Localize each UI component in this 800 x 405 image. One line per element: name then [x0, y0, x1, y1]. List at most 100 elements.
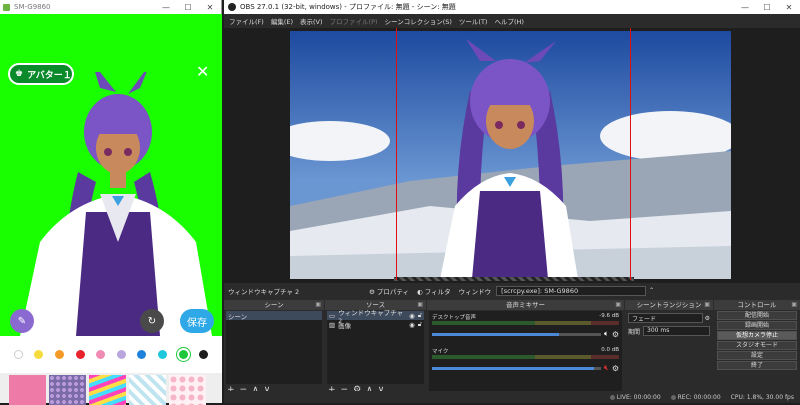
mic-db: 0.0 dB	[601, 347, 619, 353]
window-capture-icon: ▭	[329, 311, 336, 320]
phone-window-titlebar: SM-G9860 — ☐ ✕	[0, 0, 221, 14]
status-bar: LIVE: 00:00:00 REC: 00:00:00 CPU: 1.8%, …	[224, 391, 800, 403]
desktop-audio-label: デスクトップ音声	[432, 315, 477, 321]
mic-slider[interactable]	[432, 366, 601, 370]
scenes-dock: シーン ▣ シーン + − ∧ ∨	[224, 300, 324, 403]
obs-logo-icon	[228, 3, 236, 11]
settings-button[interactable]: 設定	[717, 351, 797, 360]
exit-button[interactable]: 終了	[717, 361, 797, 370]
color-swatch[interactable]	[96, 350, 106, 359]
menu-profile[interactable]: プロファイル(P)	[330, 16, 378, 26]
eye-icon[interactable]: ◉	[409, 312, 415, 320]
color-palette	[0, 336, 222, 373]
dock-float-icon[interactable]: ▣	[704, 300, 710, 310]
lock-icon[interactable]: 🔓︎	[418, 311, 422, 320]
android-icon	[3, 3, 10, 11]
rotate-icon[interactable]: ↻	[140, 309, 164, 333]
tile-dots[interactable]	[49, 375, 86, 405]
controls-dock: コントロール ▣ 配信開始 録画開始 仮想カメラ停止 スタジオモード 設定 終了	[714, 300, 800, 403]
dock-float-icon[interactable]: ▣	[315, 300, 321, 310]
color-swatch[interactable]	[199, 350, 209, 359]
save-button[interactable]: 保存	[180, 309, 214, 333]
menu-scene-collection[interactable]: シーンコレクション(S)	[385, 16, 452, 26]
save-button-label: 保存	[187, 317, 207, 329]
avatar-edit-button[interactable]: ✎	[10, 309, 34, 333]
filters-label: フィルタ	[424, 287, 451, 296]
properties-button[interactable]: ⚙ プロパティ	[369, 286, 409, 296]
dock-float-icon[interactable]: ▣	[791, 300, 797, 310]
color-swatch[interactable]	[13, 350, 23, 359]
duration-label: 期間	[628, 328, 641, 336]
preview-canvas[interactable]	[290, 31, 731, 279]
tile-pink[interactable]	[9, 375, 46, 405]
cpu-fps: CPU: 1.8%, 30.00 fps	[730, 393, 794, 401]
start-recording-button[interactable]: 録画開始	[717, 321, 797, 330]
phone-window-title: SM-G9860	[14, 3, 51, 11]
source-toolbar: ウィンドウキャプチャ 2 ⚙ プロパティ ◐ フィルタ ウィンドウ [scrcp…	[224, 283, 800, 298]
transitions-dock-title: シーントランジション	[636, 301, 702, 309]
desktop-audio-db: -9.6 dB	[599, 313, 619, 319]
controls-dock-title: コントロール	[737, 301, 777, 309]
gear-icon[interactable]: ⚙	[612, 330, 619, 339]
speaker-icon[interactable]: 🔈︎	[604, 329, 609, 339]
tile-rainbow[interactable]	[89, 375, 126, 405]
duration-input[interactable]: 300 ms	[643, 326, 710, 336]
tile-pink-dots[interactable]	[169, 375, 206, 405]
sources-dock-title: ソース	[365, 301, 386, 309]
dock-float-icon[interactable]: ▣	[417, 300, 423, 310]
obs-minimize-button[interactable]: —	[734, 3, 756, 12]
lock-icon[interactable]: 🔓︎	[418, 320, 422, 329]
menu-edit[interactable]: 編集(E)	[271, 16, 293, 26]
stop-virtual-camera-button[interactable]: 仮想カメラ停止	[717, 331, 797, 340]
preview-area[interactable]	[224, 28, 800, 283]
maximize-button[interactable]: ☐	[177, 3, 199, 12]
tile-stripes[interactable]	[129, 375, 166, 405]
color-swatch[interactable]	[34, 350, 44, 359]
scene-item-label: シーン	[228, 312, 248, 321]
scenes-dock-title: シーン	[264, 301, 284, 309]
chevron-down-icon[interactable]: ⌃	[649, 287, 654, 294]
live-time: LIVE: 00:00:00	[616, 393, 661, 401]
menu-view[interactable]: 表示(V)	[300, 16, 323, 26]
dock-float-icon[interactable]: ▣	[615, 300, 621, 310]
avatar-character	[20, 72, 212, 336]
rec-time: REC: 00:00:00	[677, 393, 721, 401]
close-button[interactable]: ✕	[199, 3, 221, 12]
bounding-box-right-edge[interactable]	[630, 28, 631, 280]
gear-icon[interactable]: ⚙	[612, 364, 619, 373]
rec-indicator-icon	[670, 394, 676, 400]
minimize-button[interactable]: —	[155, 3, 177, 12]
source-item-label: 画像	[338, 321, 352, 330]
menu-bar: ファイル(F) 編集(E) 表示(V) プロファイル(P) シーンコレクション(…	[224, 14, 800, 28]
color-swatch[interactable]	[157, 350, 167, 359]
obs-maximize-button[interactable]: ☐	[756, 3, 778, 12]
filters-button[interactable]: ◐ フィルタ	[417, 286, 451, 296]
menu-help[interactable]: ヘルプ(H)	[494, 16, 523, 26]
avatar-canvas: ♚ アバター１ ✕ ✎ ↻ 保存	[0, 14, 222, 336]
obs-window: OBS 27.0.1 (32-bit, windows) - プロファイル: 無…	[224, 0, 800, 403]
color-swatch[interactable]	[178, 350, 188, 359]
mixer-dock-title: 音声ミキサー	[506, 301, 545, 309]
desktop-audio-meter	[432, 321, 619, 325]
mic-label: マイク	[432, 349, 449, 355]
color-swatch[interactable]	[75, 350, 85, 359]
image-source-icon: ▨	[329, 320, 336, 329]
gear-icon[interactable]: ⚙	[705, 315, 710, 322]
muted-speaker-icon[interactable]: 🔇︎	[604, 363, 609, 373]
bounding-box-left-edge[interactable]	[396, 28, 397, 280]
start-streaming-button[interactable]: 配信開始	[717, 311, 797, 320]
color-swatch[interactable]	[116, 350, 126, 359]
audio-mixer-dock: 音声ミキサー ▣ デスクトップ音声 -9.6 dB 🔈︎ ⚙ マイク 0.0 dB	[427, 300, 624, 403]
color-swatch[interactable]	[137, 350, 147, 359]
window-select[interactable]: [scrcpy.exe]: SM-G9860	[496, 285, 647, 296]
color-swatch[interactable]	[54, 350, 64, 359]
eye-icon[interactable]: ◉	[409, 321, 415, 329]
menu-tools[interactable]: ツール(T)	[459, 16, 488, 26]
scene-item[interactable]: シーン	[226, 311, 322, 321]
transition-select[interactable]: フェード	[628, 313, 703, 323]
desktop-audio-slider[interactable]	[432, 332, 602, 336]
obs-close-button[interactable]: ✕	[778, 3, 800, 12]
menu-file[interactable]: ファイル(F)	[229, 16, 264, 26]
obs-window-title: OBS 27.0.1 (32-bit, windows) - プロファイル: 無…	[240, 3, 456, 11]
studio-mode-button[interactable]: スタジオモード	[717, 341, 797, 350]
